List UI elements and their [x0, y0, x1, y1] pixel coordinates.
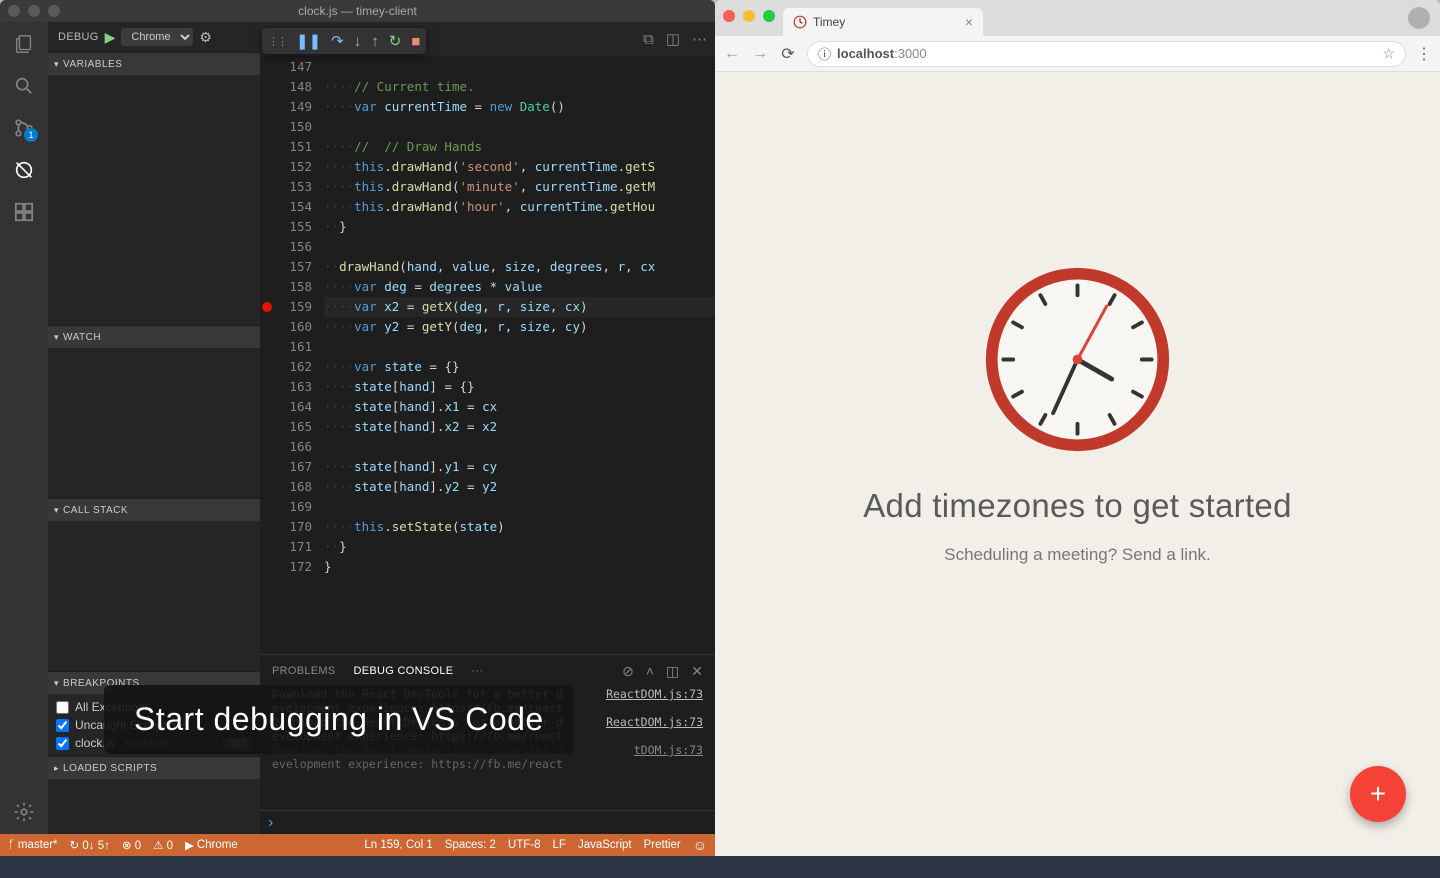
variables-header[interactable]: ▾VARIABLES	[48, 53, 260, 75]
code-editor[interactable]: 1471481491501511521531541551561571581591…	[260, 57, 715, 654]
explorer-icon[interactable]	[12, 32, 36, 56]
tab-title: Timey	[813, 15, 845, 29]
chrome-menu-icon[interactable]: ⋮	[1416, 44, 1432, 64]
reload-icon[interactable]: ⟳	[779, 44, 797, 64]
profile-avatar-icon[interactable]	[1408, 7, 1430, 29]
panel-more[interactable]: ···	[471, 665, 483, 677]
minimize-icon[interactable]	[743, 10, 755, 22]
stop-icon[interactable]: ■	[411, 33, 420, 50]
extensions-icon[interactable]	[12, 200, 36, 224]
step-out-icon[interactable]: ↑	[371, 33, 379, 50]
minimize-icon[interactable]	[28, 5, 40, 17]
clear-console-icon[interactable]: ⊘	[622, 663, 634, 680]
tab-close-icon[interactable]: ×	[965, 14, 973, 30]
panel-tabs: PROBLEMS DEBUG CONSOLE ··· ⊘ ˄ ◫ ✕	[260, 655, 715, 687]
line-number-gutter: 1471481491501511521531541551561571581591…	[274, 57, 324, 654]
split-editor-icon[interactable]: ◫	[666, 30, 680, 48]
chrome-tabbar[interactable]: Timey ×	[715, 0, 1440, 36]
restart-icon[interactable]: ↻	[389, 32, 402, 50]
prettier-status[interactable]: Prettier	[644, 839, 681, 851]
browser-tab[interactable]: Timey ×	[783, 8, 983, 36]
more-icon[interactable]: ⋯	[692, 30, 707, 48]
back-icon[interactable]: ←	[723, 45, 741, 63]
callstack-body	[48, 521, 260, 671]
chrome-window: Timey × ← → ⟳ ⓘ localhost:3000 ☆ ⋮	[715, 0, 1440, 856]
add-fab-button[interactable]: +	[1350, 766, 1406, 822]
panel-actions: ⊘ ˄ ◫ ✕	[622, 663, 703, 680]
info-icon[interactable]: ⓘ	[818, 44, 831, 63]
breakpoint-gutter[interactable]	[260, 57, 274, 654]
address-bar[interactable]: ⓘ localhost:3000 ☆	[807, 41, 1406, 67]
maximize-icon[interactable]	[763, 10, 775, 22]
settings-gear-icon[interactable]	[12, 800, 36, 824]
hero-subtitle: Scheduling a meeting? Send a link.	[944, 545, 1211, 565]
vscode-titlebar[interactable]: clock.js — timey-client	[0, 0, 715, 22]
indentation[interactable]: Spaces: 2	[445, 839, 496, 851]
pause-icon[interactable]: ❚❚	[296, 32, 321, 50]
status-bar: ᚶ master* ↻ 0↓ 5↑ ⊗ 0 ⚠ 0 ▶ Chrome Ln 15…	[0, 834, 715, 856]
caption-overlay: Start debugging in VS Code	[104, 685, 574, 754]
close-panel-icon[interactable]: ✕	[691, 663, 703, 680]
debug-console-tab[interactable]: DEBUG CONSOLE	[354, 665, 454, 677]
watch-header[interactable]: ▾WATCH	[48, 326, 260, 348]
step-into-icon[interactable]: ↓	[354, 33, 362, 50]
code-content[interactable]: ····// Current time.····var currentTime …	[324, 57, 715, 654]
debug-toolbar[interactable]: ⋮⋮ ❚❚ ↷ ↓ ↑ ↻ ■	[262, 28, 426, 54]
variables-section: ▾VARIABLES	[48, 52, 260, 325]
traffic-lights[interactable]	[8, 5, 60, 17]
step-over-icon[interactable]: ↷	[331, 32, 344, 50]
console-input[interactable]: ›	[260, 810, 715, 834]
search-icon[interactable]	[12, 74, 36, 98]
warnings-count[interactable]: ⚠ 0	[153, 838, 173, 852]
debug-settings-icon[interactable]: ⚙	[199, 29, 212, 46]
variables-body	[48, 75, 260, 325]
url-host: localhost:3000	[837, 46, 927, 61]
debug-icon[interactable]	[12, 158, 36, 182]
git-sync[interactable]: ↻ 0↓ 5↑	[70, 838, 110, 852]
loaded-scripts-section: ▸LOADED SCRIPTS	[48, 756, 260, 779]
favicon-clock-icon	[793, 15, 807, 29]
chrome-traffic-lights[interactable]	[723, 10, 775, 22]
chrome-toolbar: ← → ⟳ ⓘ localhost:3000 ☆ ⋮	[715, 36, 1440, 72]
errors-count[interactable]: ⊗ 0	[122, 838, 141, 852]
bookmark-star-icon[interactable]: ☆	[1382, 45, 1395, 62]
bp-all-checkbox[interactable]	[56, 701, 69, 714]
close-icon[interactable]	[8, 5, 20, 17]
encoding[interactable]: UTF-8	[508, 839, 541, 851]
activity-bar: 1	[0, 22, 48, 834]
timey-page: Add timezones to get started Scheduling …	[715, 72, 1440, 856]
callstack-header[interactable]: ▾CALL STACK	[48, 499, 260, 521]
compare-icon[interactable]: ⧉	[643, 31, 654, 48]
split-panel-icon[interactable]: ◫	[666, 663, 679, 680]
bp-uncaught-checkbox[interactable]	[56, 719, 69, 732]
scm-badge: 1	[24, 128, 38, 142]
source-control-icon[interactable]: 1	[12, 116, 36, 140]
callstack-section: ▾CALL STACK	[48, 498, 260, 671]
debug-target[interactable]: ▶ Chrome	[185, 838, 238, 852]
maximize-icon[interactable]	[48, 5, 60, 17]
window-title: clock.js — timey-client	[298, 4, 417, 18]
language-mode[interactable]: JavaScript	[578, 839, 632, 851]
eol[interactable]: LF	[553, 839, 566, 851]
clock-illustration	[980, 262, 1175, 457]
hero-title: Add timezones to get started	[863, 487, 1291, 525]
collapse-icon[interactable]: ˄	[646, 663, 654, 680]
debug-config-select[interactable]: Chrome	[121, 28, 193, 46]
cursor-position[interactable]: Ln 159, Col 1	[364, 839, 432, 851]
close-icon[interactable]	[723, 10, 735, 22]
debug-header: DEBUG ▶ Chrome ⚙	[48, 22, 260, 52]
feedback-icon[interactable]: ☺	[693, 837, 707, 853]
watch-body	[48, 348, 260, 498]
problems-tab[interactable]: PROBLEMS	[272, 665, 336, 677]
forward-icon[interactable]: →	[751, 45, 769, 63]
start-debug-button[interactable]: ▶	[105, 29, 116, 46]
bp-file-checkbox[interactable]	[56, 737, 69, 750]
watch-section: ▾WATCH	[48, 325, 260, 498]
loaded-scripts-header[interactable]: ▸LOADED SCRIPTS	[48, 757, 260, 779]
debug-label: DEBUG	[58, 31, 99, 43]
drag-handle-icon[interactable]: ⋮⋮	[268, 35, 286, 48]
git-branch[interactable]: ᚶ master*	[8, 839, 58, 851]
